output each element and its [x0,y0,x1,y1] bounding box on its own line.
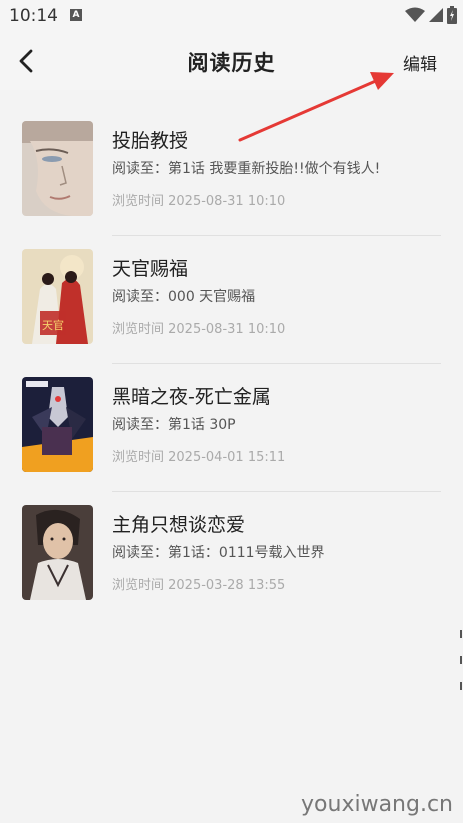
status-time: 10:14 [9,6,58,26]
browse-time: 浏览时间 2025-03-28 13:55 [112,578,286,593]
history-item[interactable]: 主角只想谈恋爱 阅读至：第1话：0111号载入世界 浏览时间 2025-03-2… [0,474,463,602]
status-bar: 10:14 A [0,0,463,32]
cover-art-couple: 天官 [22,249,93,344]
cover-art-dark-metal [22,377,93,472]
comic-title: 天官赐福 [112,258,189,280]
browse-time: 浏览时间 2025-08-31 10:10 [112,322,286,337]
history-item[interactable]: 天官 天官赐福 阅读至：000 天官赐福 浏览时间 2025-08-31 10:… [0,218,463,346]
comic-title: 主角只想谈恋爱 [112,514,246,536]
history-item[interactable]: 投胎教授 阅读至：第1话 我要重新投胎!!做个有钱人! 浏览时间 2025-08… [0,90,463,218]
comic-title: 投胎教授 [112,130,189,152]
read-progress: 阅读至：第1话 30P [112,417,236,433]
comic-cover [22,505,93,600]
scroll-marks [460,630,462,690]
comic-cover [22,121,93,216]
cover-art-portrait [22,121,93,216]
page-title: 阅读历史 [187,51,276,75]
browse-time: 浏览时间 2025-08-31 10:10 [112,194,286,209]
watermark: youxiwang.cn [301,792,453,817]
comic-title: 黑暗之夜-死亡金属 [112,386,271,408]
notification-a-icon: A [70,9,82,21]
comic-cover: 天官 [22,249,93,344]
cover-art-romance [22,505,93,600]
wifi-icon [405,7,425,22]
read-progress: 阅读至：第1话 我要重新投胎!!做个有钱人! [112,161,381,177]
battery-icon [447,6,457,24]
comic-cover [22,377,93,472]
app-bar: 阅读历史 编辑 [0,32,463,90]
status-icons [405,6,457,24]
history-item[interactable]: 黑暗之夜-死亡金属 阅读至：第1话 30P 浏览时间 2025-04-01 15… [0,346,463,474]
signal-icon [429,8,443,22]
read-progress: 阅读至：第1话：0111号载入世界 [112,545,325,561]
read-progress: 阅读至：000 天官赐福 [112,289,256,305]
edit-button[interactable]: 编辑 [403,50,437,75]
browse-time: 浏览时间 2025-04-01 15:11 [112,450,286,465]
svg-text:天官: 天官 [42,318,64,332]
